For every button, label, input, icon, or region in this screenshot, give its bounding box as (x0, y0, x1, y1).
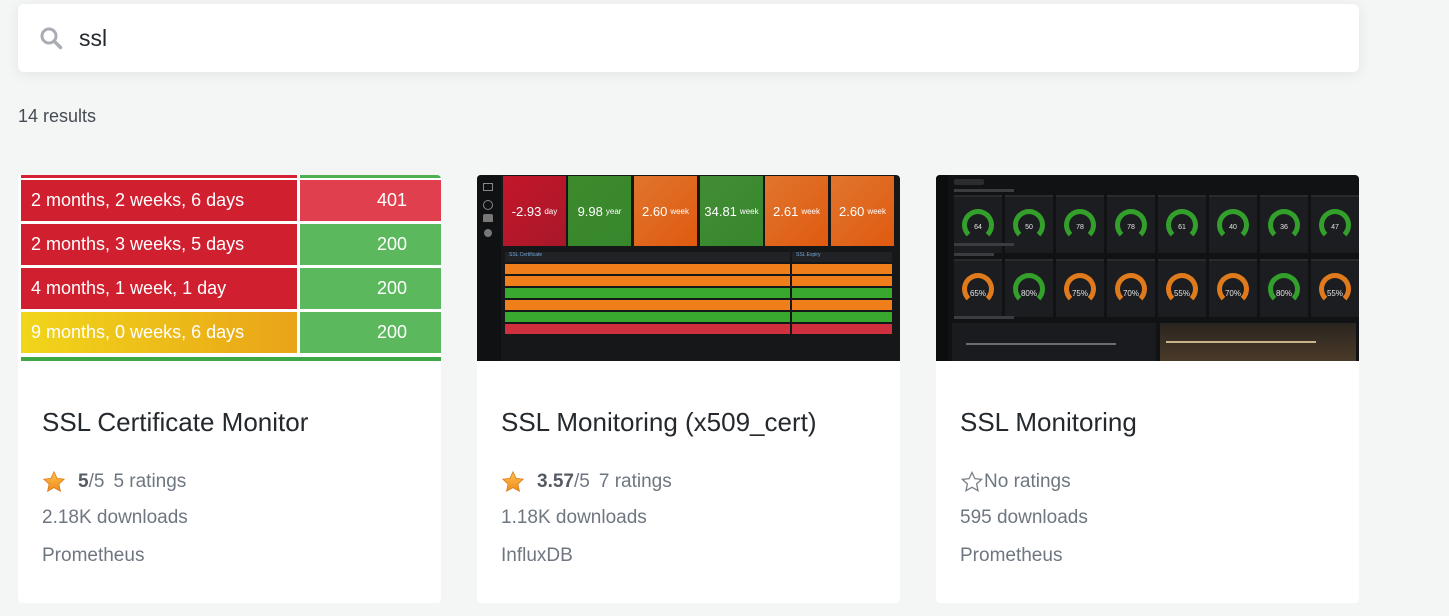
thumb-gauge-value: 36 (1280, 224, 1288, 231)
rating-value: 5 (78, 471, 89, 492)
search-input[interactable] (79, 24, 1279, 52)
rating-value: 3.57 (537, 471, 574, 492)
thumb-gauge-value: 80% (1275, 289, 1292, 298)
rating-text: No ratings (984, 471, 1071, 492)
star-filled-icon (42, 470, 66, 494)
results-count: 14 results (18, 106, 97, 126)
rating: No ratings (960, 469, 1335, 495)
thumb-row: 2 months, 2 weeks, 6 days 401 (18, 180, 441, 221)
thumb-row-label: 2 months, 3 weeks, 5 days (21, 224, 297, 265)
thumb-gauge: 55% (1158, 259, 1206, 317)
thumb-gauge-value: 61 (1178, 224, 1186, 231)
rating: 5 /5 5 ratings (42, 469, 417, 495)
thumb-gauge: 40 (1209, 195, 1257, 253)
download-count: 2.18K downloads (42, 507, 188, 528)
thumb-row-value: 200 (300, 224, 441, 265)
rating-count: 5 ratings (113, 471, 187, 492)
thumb-row-label: 2 months, 2 weeks, 6 days (21, 180, 297, 221)
dashboard-thumbnail: -2.93 day 9.98 year 2.60 week 34.81 week 2.6… (477, 175, 900, 361)
thumb-sidebar (477, 175, 501, 361)
thumb-row: 9 months, 0 weeks, 6 days 200 (18, 312, 441, 353)
thumb-stat-tile: 2.60 week (831, 176, 894, 246)
thumb-row-value: 200 (300, 312, 441, 353)
thumb-table-header: SSL Certificate SSL Expiry (505, 252, 892, 262)
thumb-gauge-value: 47 (1331, 224, 1339, 231)
download-count: 595 downloads (960, 507, 1088, 528)
thumb-gauge-value: 75% (1071, 289, 1088, 298)
rating: 3.57 /5 7 ratings (501, 469, 876, 495)
thumb-gauge-value: 50 (1025, 224, 1033, 231)
search-icon[interactable] (38, 25, 64, 51)
thumb-gauge-value: 78 (1127, 224, 1135, 231)
card-title[interactable]: SSL Certificate Monitor (42, 407, 417, 437)
thumb-gauge: 78 (1056, 195, 1104, 253)
thumb-row-value: 200 (300, 268, 441, 309)
thumb-row-label: 9 months, 0 weeks, 6 days (21, 312, 297, 353)
star-empty-icon (960, 470, 984, 494)
thumb-gauge-value: 80% (1020, 289, 1037, 298)
thumb-row: 2 months, 3 weeks, 5 days 200 (18, 224, 441, 265)
thumb-gauge: 61 (1158, 195, 1206, 253)
thumb-stat-tile: 2.61 week (765, 176, 828, 246)
rating-count: 7 ratings (598, 471, 672, 492)
thumb-gauge-value: 55% (1173, 289, 1190, 298)
dashboard-card-ssl-monitoring-x509[interactable]: -2.93 day 9.98 year 2.60 week 34.81 week 2.6… (477, 175, 900, 603)
thumb-stat-tile: -2.93 day (503, 176, 566, 246)
card-title[interactable]: SSL Monitoring (x509_cert) (501, 407, 876, 437)
thumb-gauge-value: 70% (1122, 289, 1139, 298)
data-source: InfluxDB (501, 545, 573, 566)
dashboard-thumbnail: 64 50 78 78 61 40 36 47 65% 80% 75% 70% 55% 70% 80% 55… (936, 175, 1359, 361)
thumb-gauge: 65% (954, 259, 1002, 317)
rating-total: /5 (573, 471, 590, 492)
thumb-gauge: 70% (1209, 259, 1257, 317)
dashboard-thumbnail: 2 months, 2 weeks, 6 days 401 2 months, … (18, 175, 441, 361)
thumb-gauge-value: 40 (1229, 224, 1237, 231)
star-filled-icon (501, 470, 525, 494)
card-title[interactable]: SSL Monitoring (960, 407, 1335, 437)
thumb-gauge-value: 78 (1076, 224, 1084, 231)
thumb-gauge-value: 65% (969, 289, 986, 298)
dashboard-card-ssl-monitoring[interactable]: 64 50 78 78 61 40 36 47 65% 80% 75% 70% 55% 70% 80% 55… (936, 175, 1359, 603)
thumb-gauge-value: 64 (974, 224, 982, 231)
rating-total: /5 (88, 471, 105, 492)
dashboard-card-ssl-certificate-monitor[interactable]: 2 months, 2 weeks, 6 days 401 2 months, … (18, 175, 441, 603)
data-source: Prometheus (960, 545, 1063, 566)
thumb-row: 4 months, 1 week, 1 day 200 (18, 268, 441, 309)
search-bar (18, 4, 1359, 72)
thumb-gauge: 55% (1311, 259, 1359, 317)
thumb-row-value: 401 (300, 180, 441, 221)
thumb-row-label: 4 months, 1 week, 1 day (21, 268, 297, 309)
thumb-gauge: 75% (1056, 259, 1104, 317)
thumb-stat-tile: 2.60 week (634, 176, 697, 246)
thumb-gauge: 80% (1260, 259, 1308, 317)
thumb-gauge: 80% (1005, 259, 1053, 317)
thumb-gauge-value: 55% (1326, 289, 1343, 298)
thumb-gauge-value: 70% (1224, 289, 1241, 298)
data-source: Prometheus (42, 545, 145, 566)
thumb-gauge: 78 (1107, 195, 1155, 253)
thumb-table: SSL Certificate SSL Expiry (505, 252, 892, 336)
thumb-gauge: 47 (1311, 195, 1359, 253)
thumb-stat-tile: 34.81 week (700, 176, 763, 246)
thumb-gauge: 70% (1107, 259, 1155, 317)
thumb-stat-tile: 9.98 year (568, 176, 631, 246)
download-count: 1.18K downloads (501, 507, 647, 528)
thumb-gauge: 36 (1260, 195, 1308, 253)
